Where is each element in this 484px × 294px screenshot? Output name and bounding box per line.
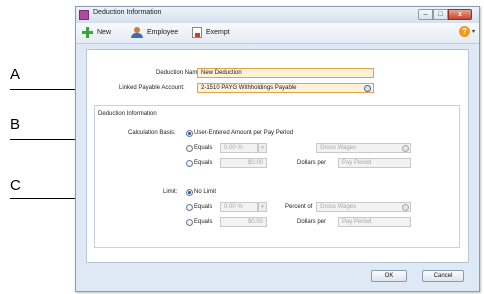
calc-percent-of-field[interactable]: Gross Wages: [316, 143, 411, 153]
limit-period-field[interactable]: Pay Period: [338, 217, 411, 227]
calc-percent-of-lookup-icon[interactable]: [402, 145, 409, 152]
calc-percent-dropdown[interactable]: ▾: [258, 143, 267, 153]
limit-percent-dropdown[interactable]: ▾: [258, 202, 267, 212]
employee-label: Employee: [147, 29, 179, 36]
new-label: New: [97, 29, 112, 36]
close-button[interactable]: x: [448, 9, 472, 20]
calc-dollars-per-label: Dollars per: [297, 160, 327, 166]
exempt-label: Exempt: [206, 29, 230, 36]
calc-percent-equals-label: Equals: [194, 145, 213, 151]
calc-user-entered-label: User-Entered Amount per Pay Period: [194, 130, 294, 136]
exempt-icon: [192, 27, 202, 38]
deduction-window: Deduction Information – □ x New Employee…: [75, 6, 480, 292]
linked-account-label: Linked Payable Account:: [119, 85, 185, 91]
app-icon: [79, 10, 89, 20]
employee-icon: [131, 27, 143, 38]
callout-c: C: [10, 177, 21, 194]
limit-percent-field[interactable]: 0.00 %: [220, 202, 258, 212]
title-bar: Deduction Information – □ x: [76, 7, 479, 23]
ok-button[interactable]: OK: [371, 270, 407, 282]
calc-percent-field[interactable]: 0.00 %: [220, 143, 258, 153]
calc-user-entered-radio[interactable]: [186, 130, 193, 137]
callout-b: B: [10, 116, 21, 133]
deduction-name-label: Deduction Name:: [156, 70, 203, 76]
exempt-button[interactable]: Exempt: [192, 27, 230, 38]
calc-period-field[interactable]: Pay Period: [338, 158, 411, 168]
limit-none-label: No Limit: [194, 189, 217, 195]
section-title: Deduction Information: [98, 111, 157, 117]
calc-percent-radio[interactable]: [186, 145, 193, 152]
limit-percent-radio[interactable]: [186, 204, 193, 211]
maximize-button[interactable]: □: [433, 9, 448, 20]
limit-dollars-per-label: Dollars per: [297, 219, 327, 225]
deduction-name-field[interactable]: New Deduction: [197, 68, 374, 78]
toolbar: New Employee Exempt: [76, 23, 479, 44]
account-lookup-icon[interactable]: [364, 85, 371, 92]
help-dropdown-icon[interactable]: ▾: [472, 28, 475, 35]
limit-label: Limit:: [163, 189, 178, 195]
limit-percent-of-label: Percent of: [285, 204, 313, 210]
calc-amount-equals-label: Equals: [194, 160, 213, 166]
limit-percent-equals-label: Equals: [194, 204, 213, 210]
window-title: Deduction Information: [93, 9, 162, 16]
minimize-button[interactable]: –: [418, 9, 433, 20]
calc-amount-radio[interactable]: [186, 160, 193, 167]
calc-amount-field[interactable]: $0.00: [220, 158, 267, 168]
limit-percent-of-lookup-icon[interactable]: [402, 204, 409, 211]
employee-button[interactable]: Employee: [131, 27, 178, 38]
limit-amount-field[interactable]: $0.00: [220, 217, 267, 227]
linked-account-field[interactable]: 2-1510 PAYG Withholdings Payable: [197, 83, 374, 93]
limit-amount-radio[interactable]: [186, 219, 193, 226]
limit-percent-of-field[interactable]: Gross Wages: [316, 202, 411, 212]
cancel-button[interactable]: Cancel: [422, 270, 464, 282]
limit-none-radio[interactable]: [186, 189, 193, 196]
calculation-basis-label: Calculation Basis:: [128, 130, 176, 136]
limit-amount-equals-label: Equals: [194, 219, 213, 225]
plus-icon: [82, 27, 93, 38]
callout-a: A: [10, 66, 21, 83]
new-button[interactable]: New: [82, 27, 111, 38]
help-icon[interactable]: ?: [459, 26, 470, 37]
